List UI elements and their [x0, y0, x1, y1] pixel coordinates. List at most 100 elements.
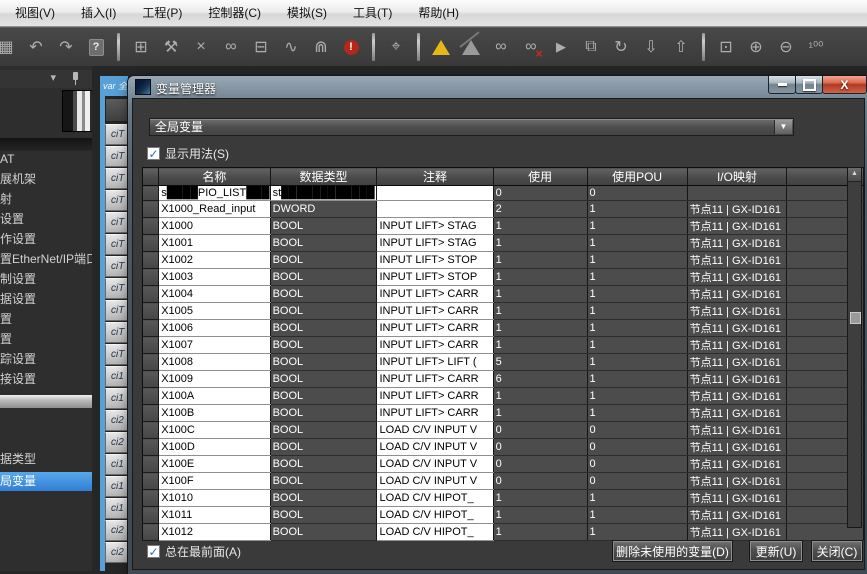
cell-name[interactable]: X1012 [159, 524, 270, 541]
download-to-controller-icon[interactable]: ⇩ [636, 32, 666, 62]
sidebar-item-selected[interactable]: 局变量 [0, 472, 92, 491]
cell-name[interactable]: X1007 [159, 337, 270, 354]
cell-data-type[interactable]: BOOL [270, 456, 377, 473]
row-header[interactable] [143, 524, 159, 541]
cell-use-pou[interactable]: 1 [587, 252, 687, 269]
cell-use[interactable]: 6 [493, 371, 587, 388]
cell-comment[interactable]: INPUT LIFT> LIFT ( [377, 354, 493, 371]
cell-name[interactable]: X1000_Read_input [159, 201, 270, 218]
variable-grid-row-header[interactable]: ci1 [105, 388, 130, 409]
cell-io-map[interactable]: 节点11 | GX-ID161 [687, 371, 787, 388]
row-header[interactable] [143, 320, 159, 337]
cell-use[interactable]: 1 [493, 337, 587, 354]
cell-data-type[interactable]: BOOL [270, 388, 377, 405]
chevron-down-icon[interactable]: ▼ [774, 120, 792, 134]
pin-icon[interactable] [70, 72, 80, 86]
variable-grid-row-header[interactable]: ciT [105, 344, 130, 365]
watch-window-icon[interactable]: ∞ [216, 32, 246, 62]
cell-io-map[interactable]: 节点11 | GX-ID161 [687, 337, 787, 354]
cell-use[interactable]: 1 [493, 269, 587, 286]
minimize-button[interactable] [768, 76, 796, 94]
row-header[interactable] [143, 439, 159, 456]
cell-name[interactable]: X100C [159, 422, 270, 439]
sidebar-item[interactable]: 作设置 [0, 230, 92, 249]
cell-io-map[interactable]: 节点11 | GX-ID161 [687, 218, 787, 235]
delete-unused-button[interactable]: 删除未使用的变量(D) [612, 540, 733, 562]
row-header[interactable] [143, 235, 159, 252]
row-header[interactable] [143, 490, 159, 507]
variable-grid-row-header[interactable]: ciT [105, 300, 130, 321]
cell-io-map[interactable]: 节点11 | GX-ID161 [687, 524, 787, 541]
cell-use[interactable]: 1 [493, 490, 587, 507]
close-window-button[interactable]: X [822, 76, 867, 94]
build-icon[interactable]: ⊞ [126, 32, 156, 62]
cell-use[interactable]: 1 [493, 388, 587, 405]
maximize-button[interactable] [795, 76, 823, 94]
row-header[interactable] [143, 456, 159, 473]
cell-name[interactable]: s████PIO_LIST███ [159, 186, 270, 201]
cell-comment[interactable]: LOAD C/V INPUT V [377, 439, 493, 456]
cell-comment[interactable]: INPUT LIFT> CARR [377, 303, 493, 320]
cell-data-type[interactable]: BOOL [270, 354, 377, 371]
cell-comment[interactable]: LOAD C/V HIPOT_ [377, 490, 493, 507]
cell-comment[interactable]: INPUT LIFT> CARR [377, 320, 493, 337]
table-column-header[interactable]: 使用 [493, 168, 587, 186]
menu-item[interactable]: 工具(T) [340, 0, 405, 26]
cell-io-map[interactable]: 节点11 | GX-ID161 [687, 303, 787, 320]
row-header[interactable] [143, 286, 159, 303]
row-header[interactable] [143, 186, 159, 201]
variable-grid-row-header[interactable]: ci2 [105, 432, 130, 453]
row-header[interactable] [143, 303, 159, 320]
zoom-out-icon[interactable]: ⊖ [771, 32, 801, 62]
variable-grid-row-header[interactable]: ci1 [105, 454, 130, 475]
cell-data-type[interactable]: BOOL [270, 405, 377, 422]
scrollbar-thumb[interactable] [850, 312, 861, 324]
cell-use-pou[interactable]: 1 [587, 524, 687, 541]
show-usage-checkbox[interactable]: ✓ [147, 147, 160, 160]
table-column-header[interactable]: I/O映射 [687, 168, 787, 186]
cell-comment[interactable]: INPUT LIFT> STOP [377, 252, 493, 269]
cell-use-pou[interactable]: 0 [587, 422, 687, 439]
variable-grid-row-header[interactable]: ciT [105, 212, 130, 233]
variable-grid-row-header[interactable]: ciT [105, 234, 130, 255]
row-header[interactable] [143, 388, 159, 405]
redo-icon[interactable]: ↷ [51, 32, 81, 62]
fit-zoom-icon[interactable]: ⊡ [711, 32, 741, 62]
monitor-icon[interactable]: ∞ [486, 32, 516, 62]
go-online-icon[interactable] [426, 32, 456, 62]
cell-data-type[interactable]: BOOL [270, 337, 377, 354]
variable-grid-row-header[interactable]: ciT [105, 168, 130, 189]
cell-use-pou[interactable]: 1 [587, 320, 687, 337]
watch-table-icon[interactable]: ⊟ [246, 32, 276, 62]
table-column-header[interactable]: 使用POU [587, 168, 687, 186]
cell-use[interactable]: 1 [493, 507, 587, 524]
cell-data-type[interactable]: BOOL [270, 218, 377, 235]
variable-grid-row-header[interactable]: ci2 [105, 410, 130, 431]
row-header[interactable] [143, 371, 159, 388]
cell-comment[interactable]: LOAD C/V INPUT V [377, 456, 493, 473]
cell-use[interactable]: 1 [493, 524, 587, 541]
cell-data-type[interactable]: BOOL [270, 286, 377, 303]
cell-io-map[interactable]: 节点11 | GX-ID161 [687, 422, 787, 439]
row-header[interactable] [143, 354, 159, 371]
cell-use[interactable]: 1 [493, 405, 587, 422]
cell-use-pou[interactable]: 1 [587, 337, 687, 354]
cut-icon[interactable]: × [186, 32, 216, 62]
sidebar-item[interactable]: 据设置 [0, 290, 92, 309]
cell-io-map[interactable]: 节点11 | GX-ID161 [687, 456, 787, 473]
cell-use-pou[interactable]: 0 [587, 473, 687, 490]
cell-name[interactable]: X1010 [159, 490, 270, 507]
help-icon[interactable]: ? [81, 32, 111, 62]
always-on-top-checkbox[interactable]: ✓ [147, 545, 160, 558]
cell-data-type[interactable]: BOOL [270, 320, 377, 337]
zoom-100-icon[interactable]: ¹⁰⁰ [801, 32, 831, 62]
cell-comment[interactable] [377, 201, 493, 218]
cell-comment[interactable]: INPUT LIFT> STOP [377, 269, 493, 286]
menu-item[interactable]: 模拟(S) [274, 0, 340, 26]
cell-use-pou[interactable]: 1 [587, 405, 687, 422]
cell-use-pou[interactable]: 1 [587, 388, 687, 405]
variable-grid-row-header[interactable]: ci2 [105, 542, 130, 563]
cell-data-type[interactable]: BOOL [270, 371, 377, 388]
sidebar-item[interactable]: 置 [0, 310, 92, 329]
cell-use-pou[interactable]: 1 [587, 303, 687, 320]
